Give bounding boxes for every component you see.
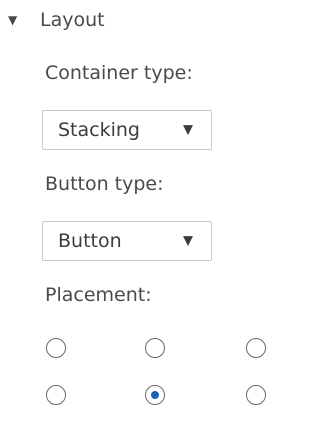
placement-radio-r1c1[interactable] <box>46 338 66 358</box>
placement-radio-r1c2[interactable] <box>145 338 165 358</box>
section-title: Layout <box>40 9 105 31</box>
button-type-label: Button type: <box>45 173 164 195</box>
container-type-value: Stacking <box>58 119 140 141</box>
button-type-value: Button <box>58 230 122 252</box>
placement-label: Placement: <box>45 284 152 306</box>
placement-radio-r2c1[interactable] <box>46 385 66 405</box>
chevron-down-icon: ▼ <box>183 122 193 138</box>
placement-radio-r2c3[interactable] <box>246 385 266 405</box>
button-type-select[interactable]: Button ▼ <box>42 221 212 261</box>
chevron-down-icon: ▼ <box>183 233 193 249</box>
layout-section-header[interactable]: ▼ Layout <box>8 6 105 34</box>
container-type-select[interactable]: Stacking ▼ <box>42 110 212 150</box>
container-type-label: Container type: <box>45 62 193 84</box>
placement-radio-r1c3[interactable] <box>246 338 266 358</box>
collapse-triangle-icon[interactable]: ▼ <box>8 14 30 26</box>
placement-radio-r2c2[interactable] <box>145 385 165 405</box>
